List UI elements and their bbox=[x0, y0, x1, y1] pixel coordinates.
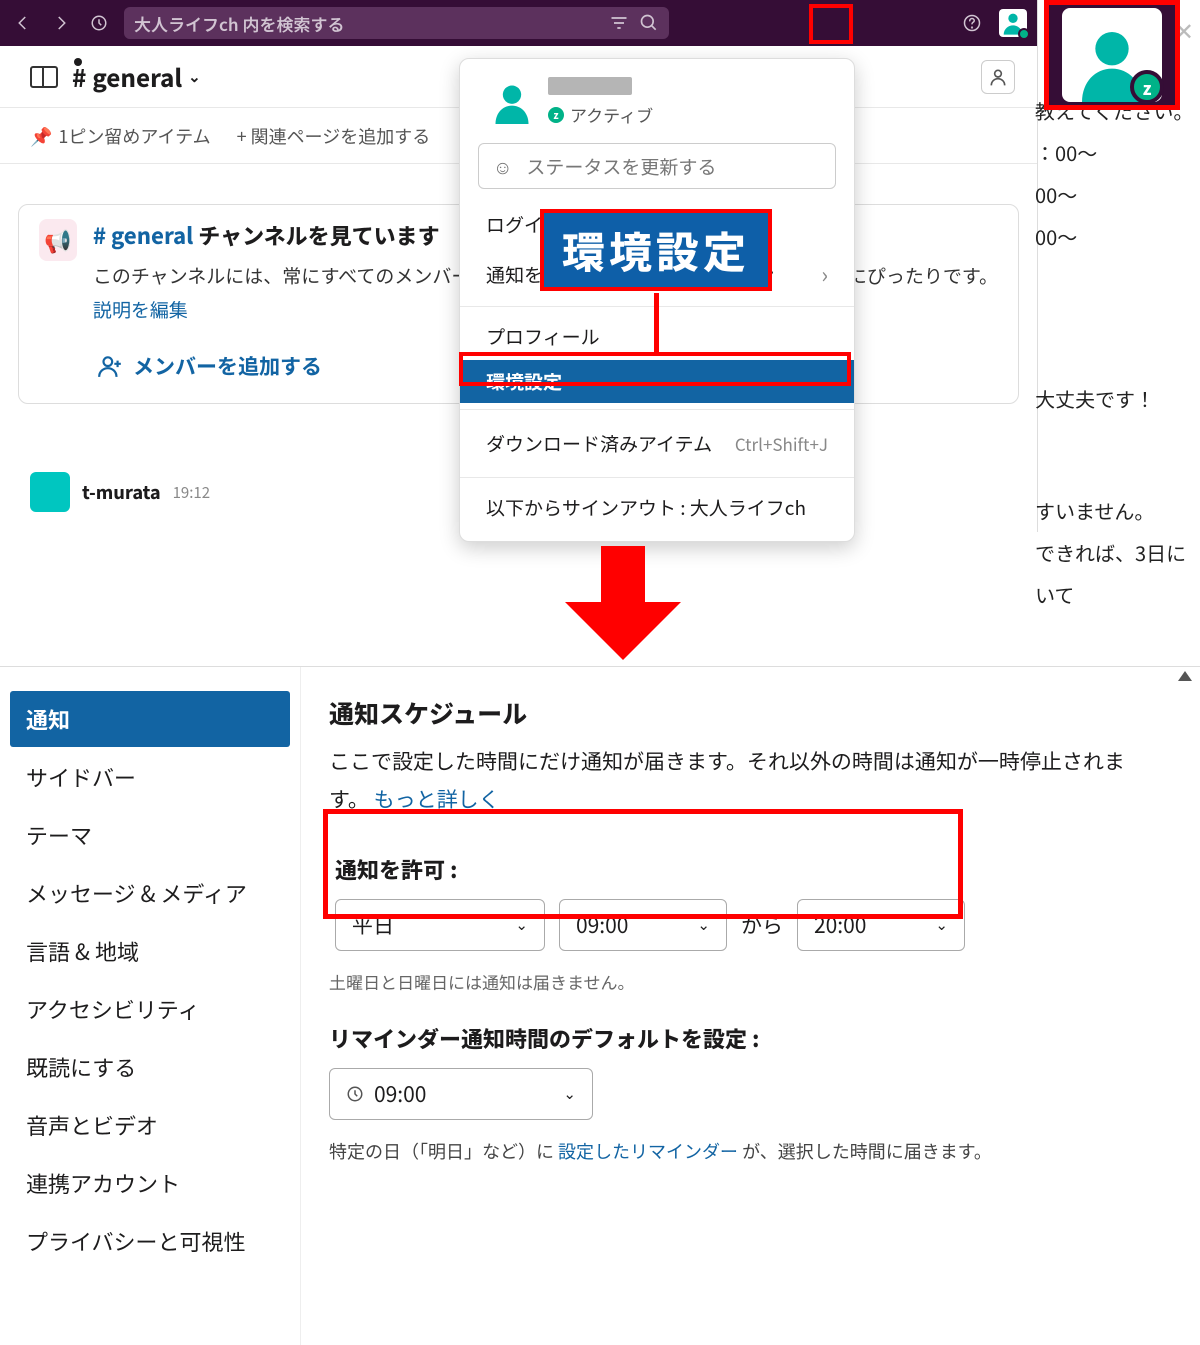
add-related-pages[interactable]: + 関連ページを追加する bbox=[237, 123, 431, 149]
presence-away-icon bbox=[1018, 28, 1030, 40]
message-time: 19:12 bbox=[173, 482, 210, 503]
weekend-note: 土曜日と日曜日には通知は届きません。 bbox=[329, 969, 1146, 994]
prefs-nav-mark-read[interactable]: 既読にする bbox=[10, 1039, 290, 1095]
prefs-nav-connected[interactable]: 連携アカウント bbox=[10, 1155, 290, 1211]
annotation-highlight-allow-block bbox=[323, 809, 963, 919]
avatar bbox=[490, 80, 534, 124]
chevron-down-icon: ⌄ bbox=[188, 66, 201, 87]
nav-back-button[interactable] bbox=[10, 10, 36, 36]
edit-description-link[interactable]: 説明を編集 bbox=[93, 296, 188, 323]
annotation-highlight-prefs-item bbox=[459, 352, 851, 386]
prefs-nav-message-media[interactable]: メッセージ & メディア bbox=[10, 865, 290, 921]
prefs-nav-theme[interactable]: テーマ bbox=[10, 807, 290, 863]
background-messages: 教えてください。 ：00～ 00～ 00～ 大丈夫です！ すいません。 できれば… bbox=[1035, 90, 1200, 616]
nav-forward-button[interactable] bbox=[48, 10, 74, 36]
annotation-arrow-icon bbox=[565, 546, 681, 660]
reminder-time-select[interactable]: 09:00⌄ bbox=[329, 1068, 593, 1120]
slack-titlebar: 大人ライフch 内を検索する bbox=[0, 0, 1037, 46]
reminder-set-link[interactable]: 設定したリマインダー bbox=[558, 1138, 738, 1164]
annotation-enlarged-avatar: z bbox=[1044, 0, 1180, 110]
person-add-icon bbox=[97, 353, 123, 379]
channel-title[interactable]: # general ⌄ bbox=[72, 59, 201, 94]
user-name-redacted bbox=[548, 77, 632, 95]
filter-icon[interactable] bbox=[609, 13, 629, 33]
reminder-note: 特定の日（「明日」など）に 設定したリマインダー が、選択した時間に届きます。 bbox=[329, 1138, 1146, 1164]
history-button[interactable] bbox=[86, 10, 112, 36]
prefs-nav-notifications[interactable]: 通知 bbox=[10, 691, 290, 747]
megaphone-icon: 📢 bbox=[39, 219, 77, 261]
help-button[interactable] bbox=[959, 10, 985, 36]
popover-user-header: z アクティブ bbox=[460, 73, 854, 139]
search-placeholder: 大人ライフch 内を検索する bbox=[134, 11, 609, 36]
unread-dot-icon bbox=[74, 58, 82, 66]
search-input-box[interactable]: 大人ライフch 内を検索する bbox=[124, 7, 669, 39]
scroll-up-icon[interactable] bbox=[1178, 671, 1192, 681]
clock-icon bbox=[346, 1085, 364, 1103]
members-button[interactable] bbox=[981, 60, 1015, 94]
person-icon bbox=[988, 67, 1008, 87]
annotation-connector-line bbox=[654, 293, 659, 352]
presence-away-icon: z bbox=[1130, 70, 1164, 104]
avatar bbox=[30, 472, 70, 512]
channel-name: general bbox=[92, 59, 182, 94]
prefs-nav-sidebar[interactable]: サイドバー bbox=[10, 749, 290, 805]
preferences-body: 通知スケジュール ここで設定した時間にだけ通知が届きます。それ以外の時間は通知が… bbox=[300, 667, 1200, 1345]
search-icon[interactable] bbox=[639, 13, 659, 33]
menu-downloads[interactable]: ダウンロード済みアイテムCtrl+Shift+J bbox=[460, 416, 854, 471]
presence-label: アクティブ bbox=[570, 102, 653, 127]
menu-signout[interactable]: 以下からサインアウト : 大人ライフch bbox=[460, 484, 854, 531]
annotation-highlight-avatar bbox=[809, 4, 853, 44]
prefs-nav-accessibility[interactable]: アクセシビリティ bbox=[10, 981, 290, 1037]
pinned-items[interactable]: 📌1ピン留めアイテム bbox=[30, 123, 211, 149]
prefs-nav-privacy[interactable]: プライバシーと可視性 bbox=[10, 1213, 290, 1269]
annotation-callout-label: 環境設定 bbox=[540, 209, 772, 291]
schedule-title: 通知スケジュール bbox=[329, 695, 1146, 731]
user-avatar-button[interactable] bbox=[999, 9, 1027, 37]
prefs-nav-audio-video[interactable]: 音声とビデオ bbox=[10, 1097, 290, 1153]
preferences-nav: 通知 サイドバー テーマ メッセージ & メディア 言語 & 地域 アクセシビリ… bbox=[0, 667, 300, 1345]
schedule-desc: ここで設定した時間にだけ通知が届きます。それ以外の時間は通知が一時停止されます。… bbox=[329, 743, 1146, 819]
preferences-window: 通知 サイドバー テーマ メッセージ & メディア 言語 & 地域 アクセシビリ… bbox=[0, 666, 1200, 1345]
reminder-title: リマインダー通知時間のデフォルトを設定 : bbox=[329, 1022, 1146, 1054]
emoji-icon: ☺ bbox=[493, 153, 512, 180]
presence-away-icon: z bbox=[548, 107, 564, 123]
prefs-nav-language[interactable]: 言語 & 地域 bbox=[10, 923, 290, 979]
update-status-button[interactable]: ☺ ステータスを更新する bbox=[478, 143, 836, 189]
layout-toggle-icon[interactable] bbox=[30, 66, 58, 88]
message-author: t-murata bbox=[82, 479, 161, 505]
